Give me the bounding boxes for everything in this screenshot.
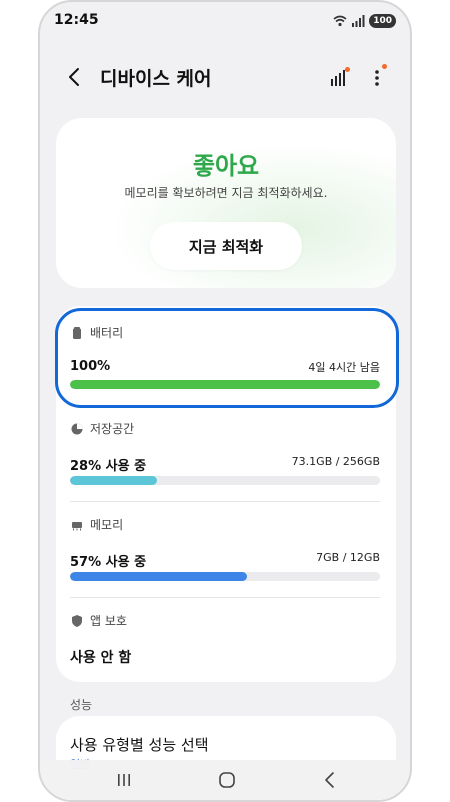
section-header-performance: 성능 (70, 698, 93, 712)
item-header: 배터리 (70, 324, 123, 341)
progress-track (70, 380, 380, 389)
notification-dot (345, 67, 350, 72)
list-item-battery[interactable]: 배터리 100% 4일 4시간 남음 (70, 306, 380, 396)
more-options-button[interactable] (368, 64, 387, 90)
item-header: 앱 보호 (70, 612, 127, 629)
navigation-bar (40, 760, 410, 800)
memory-progress-fill (70, 572, 247, 581)
list-item-app-protection[interactable]: 앱 보호 사용 안 함 (70, 594, 380, 684)
recent-apps-button[interactable] (112, 768, 136, 792)
item-header: 저장공간 (70, 420, 134, 437)
page-title: 디바이스 케어 (100, 68, 212, 90)
item-value: 57% 사용 중 (70, 555, 147, 570)
status-title: 좋아요 (192, 152, 260, 180)
item-label: 메모리 (90, 518, 124, 532)
home-button[interactable] (215, 768, 239, 792)
status-time: 12:45 (54, 12, 99, 28)
back-nav-button[interactable] (318, 768, 342, 792)
progress-track (70, 476, 380, 485)
battery-status-icon: 100 (369, 14, 396, 28)
status-card: 좋아요 메모리를 확보하려면 지금 최적화하세요. 지금 최적화 (56, 118, 396, 288)
status-bar: 12:45 100 (40, 12, 410, 34)
item-detail: 7GB / 12GB (316, 551, 380, 564)
signal-icon (352, 15, 365, 27)
notification-dot (382, 64, 387, 69)
item-value: 사용 안 함 (70, 650, 132, 666)
item-value: 28% 사용 중 (70, 459, 147, 474)
status-description: 메모리를 확보하려면 지금 최적화하세요. (124, 186, 328, 200)
storage-progress-fill (70, 476, 157, 485)
pie-chart-icon (71, 423, 83, 434)
phone-frame: 12:45 100 디바이스 케어 좋아요 메모리를 확보하려면 지금 최적화하… (38, 0, 412, 802)
shield-icon (72, 614, 82, 627)
device-status-list: 배터리 100% 4일 4시간 남음 저장공간 28% 사용 중 73.1GB … (56, 306, 396, 682)
list-item-memory[interactable]: 메모리 57% 사용 중 7GB / 12GB (70, 498, 380, 588)
list-item-storage[interactable]: 저장공간 28% 사용 중 73.1GB / 256GB (70, 402, 380, 492)
wifi-icon (333, 15, 347, 27)
back-button[interactable] (62, 64, 88, 90)
battery-icon (73, 326, 81, 339)
item-label: 앱 보호 (90, 614, 127, 628)
item-label: 배터리 (90, 326, 124, 340)
memory-chip-icon (72, 521, 82, 530)
usage-chart-button[interactable] (328, 66, 350, 88)
progress-track (70, 572, 380, 581)
item-detail: 4일 4시간 남음 (308, 361, 380, 374)
status-icons: 100 (333, 14, 396, 28)
optimize-now-button[interactable]: 지금 최적화 (150, 222, 302, 270)
app-bar: 디바이스 케어 (40, 60, 410, 96)
item-header: 메모리 (70, 516, 123, 533)
item-detail: 73.1GB / 256GB (291, 455, 380, 468)
battery-progress-fill (70, 380, 380, 389)
performance-mode-title: 사용 유형별 성능 선택 (70, 736, 209, 754)
item-value: 100% (70, 359, 111, 374)
item-label: 저장공간 (90, 422, 135, 436)
